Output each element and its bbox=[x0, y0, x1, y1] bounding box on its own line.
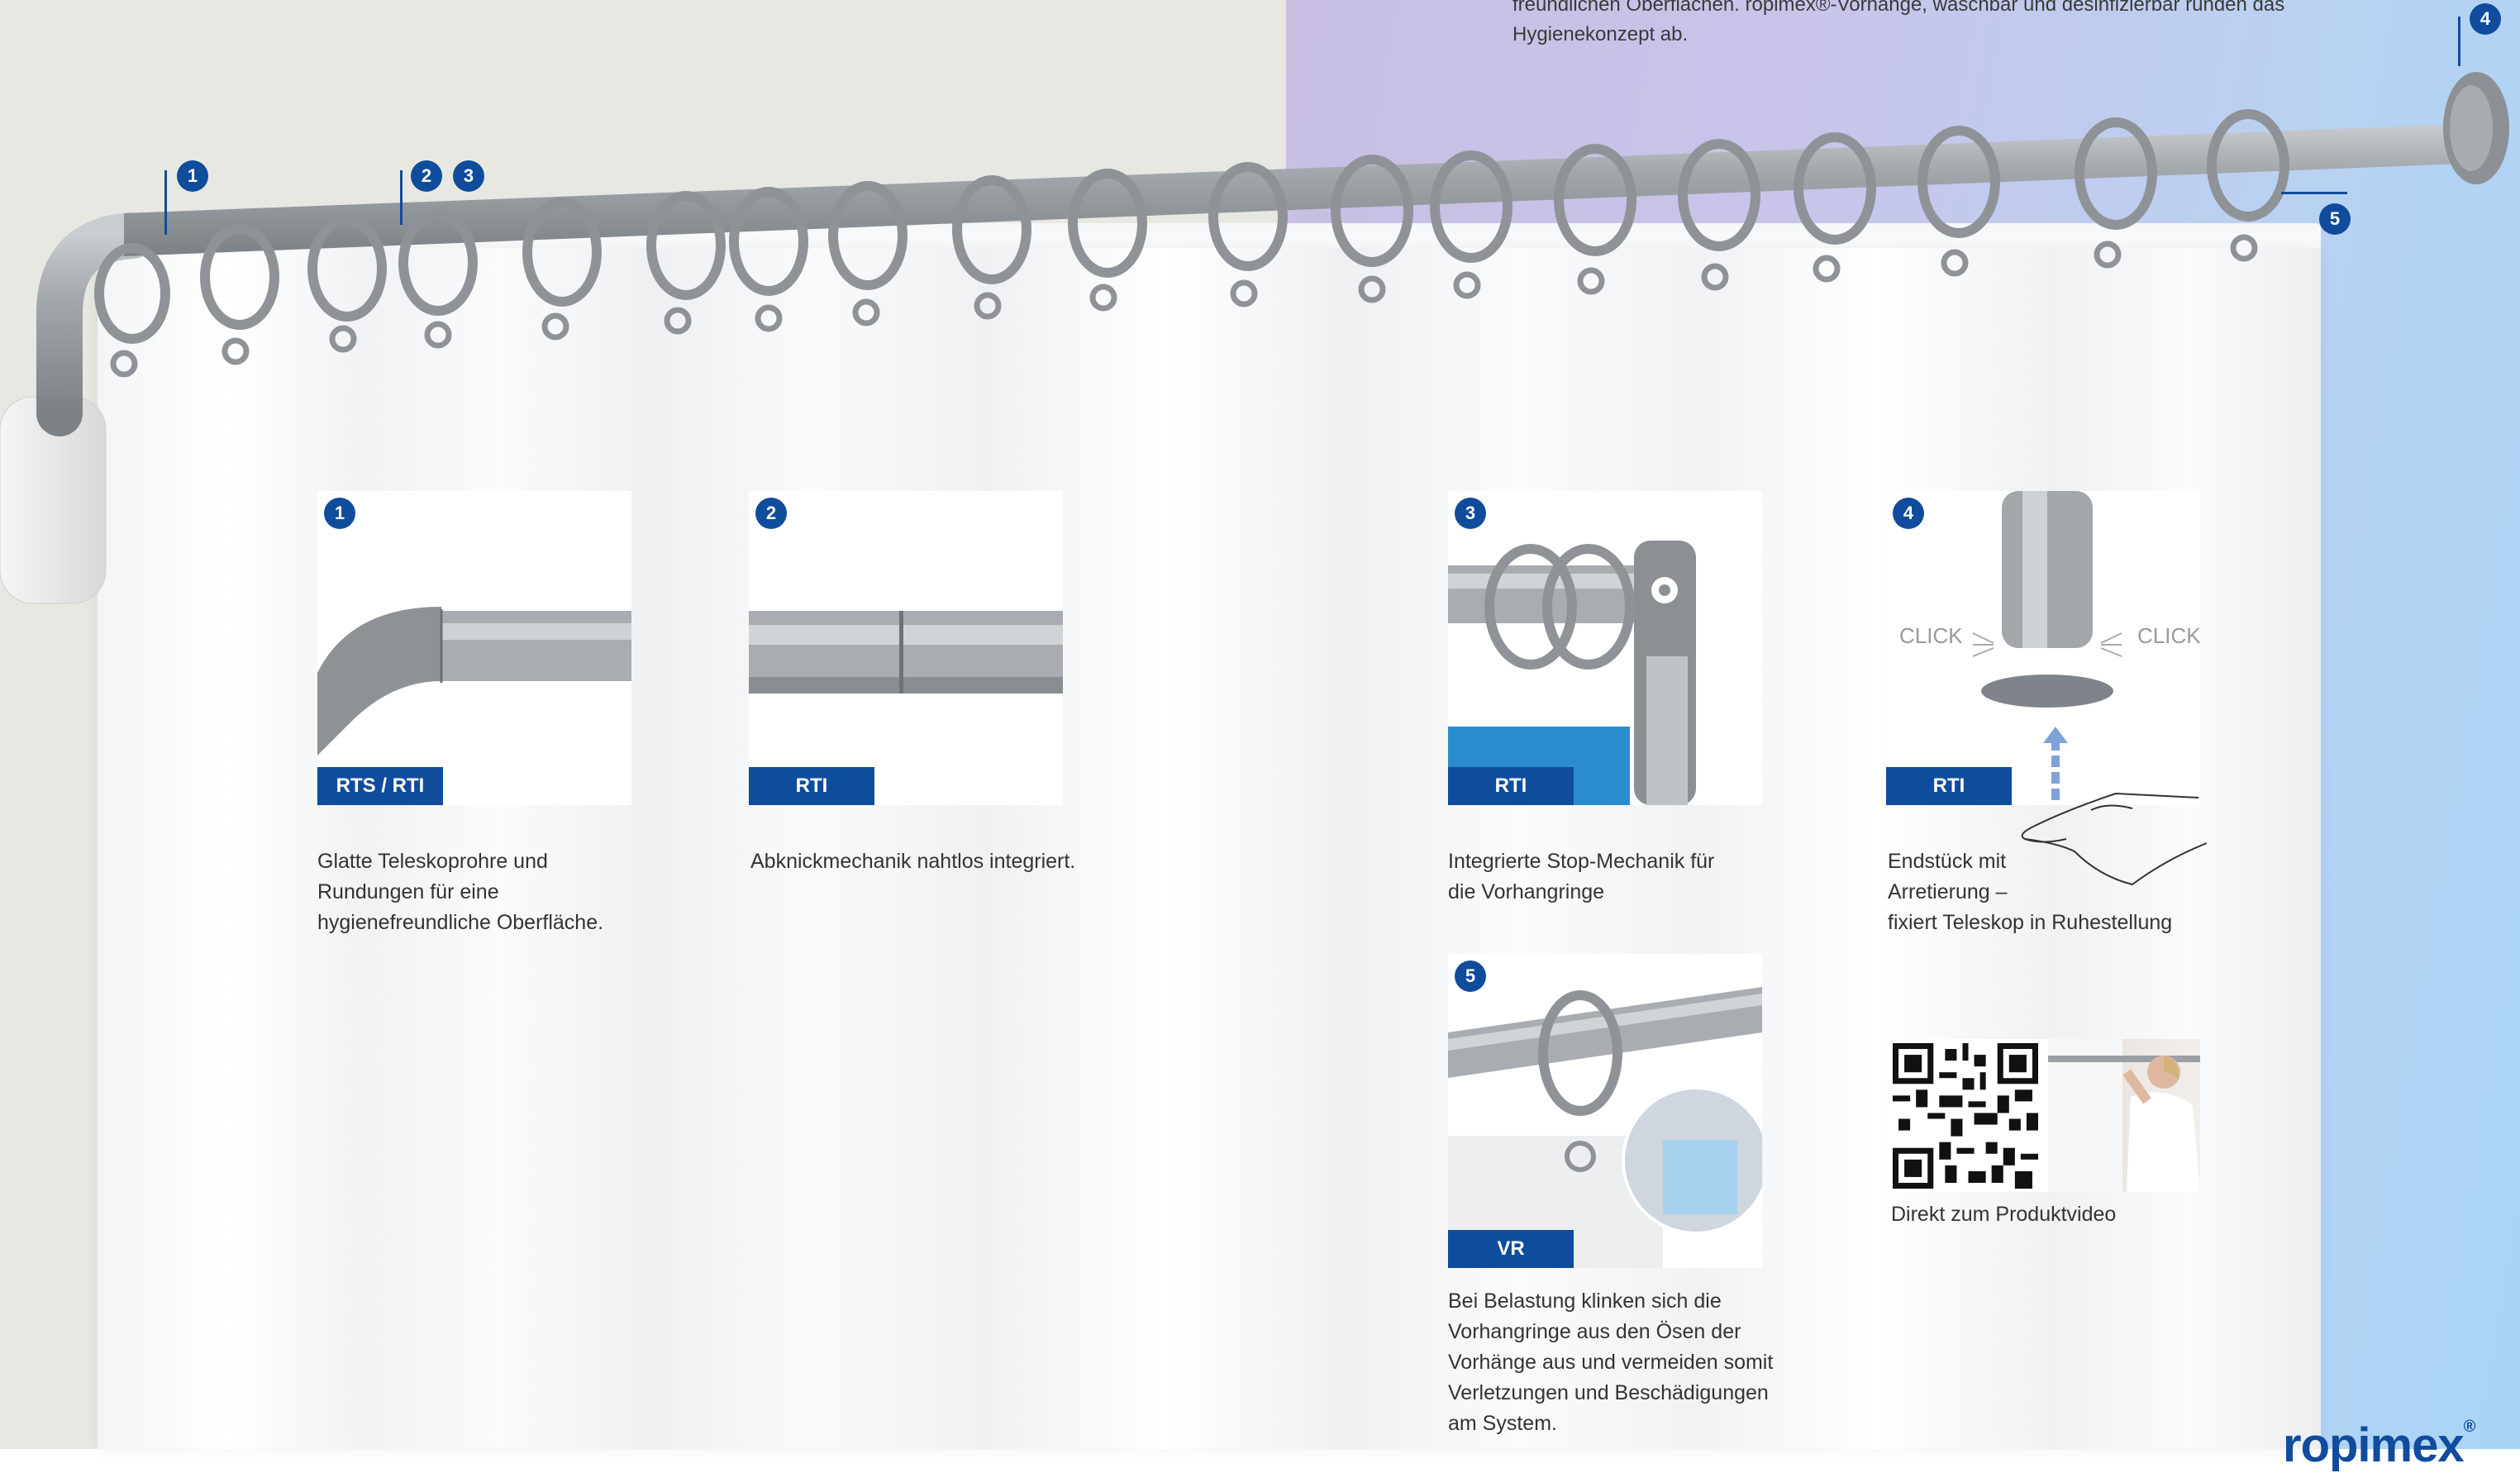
card-5-tag: VR bbox=[1448, 1230, 1574, 1268]
video-thumbnail[interactable] bbox=[2048, 1039, 2200, 1192]
card-5-description: Bei Belastung klinken sich die Vorhangri… bbox=[1448, 1286, 1773, 1439]
rod-bend-illustration bbox=[317, 600, 631, 756]
video-caption[interactable]: Direkt zum Produktvideo bbox=[1891, 1203, 2116, 1227]
rod-elbow bbox=[36, 212, 155, 436]
card-3-description: Integrierte Stop-Mechanik für die Vorhan… bbox=[1448, 846, 1714, 908]
card-1-description: Glatte Teleskoprohre und Rundungen für e… bbox=[317, 846, 603, 938]
card-5-text-line: am System. bbox=[1448, 1412, 1557, 1435]
marker-2-line bbox=[400, 170, 403, 225]
card-3-tag: RTI bbox=[1448, 767, 1574, 805]
card-1-text-line: Glatte Teleskoprohre und bbox=[317, 850, 548, 873]
card-1-number: 1 bbox=[324, 498, 355, 529]
card-4-number: 4 bbox=[1893, 498, 1924, 529]
detail-card-1: 1 RTS / RTI bbox=[317, 491, 631, 805]
card-5-text-line: Vorhänge aus und vermeiden somit bbox=[1448, 1351, 1774, 1374]
marker-5: 5 bbox=[2319, 203, 2351, 235]
detail-card-3: 3 RTI bbox=[1448, 491, 1762, 805]
detail-card-5: 5 VR bbox=[1448, 954, 1762, 1268]
card-3-text-line: Integrierte Stop-Mechanik für bbox=[1448, 850, 1715, 873]
card-4-text-line: Arretierung – bbox=[1888, 880, 2008, 903]
card-3-number: 3 bbox=[1455, 498, 1486, 529]
release-ring-illustration bbox=[1448, 987, 1762, 1268]
card-5-number: 5 bbox=[1455, 961, 1486, 992]
card-4-tag: RTI bbox=[1886, 767, 2012, 805]
marker-2: 2 bbox=[411, 160, 442, 192]
card-5-text-line: Bei Belastung klinken sich die bbox=[1448, 1289, 1722, 1313]
card-2-number: 2 bbox=[755, 498, 787, 529]
marker-3: 3 bbox=[453, 160, 484, 192]
card-2-description: Abknickmechanik nahtlos integriert. bbox=[750, 846, 1075, 877]
card-2-tag: RTI bbox=[749, 767, 874, 805]
marker-5-line bbox=[2281, 192, 2347, 194]
detail-card-2: 2 RTI bbox=[749, 491, 1063, 805]
card-5-text-line: Vorhangringe aus den Ösen der bbox=[1448, 1320, 1741, 1343]
marker-1: 1 bbox=[177, 160, 208, 192]
card-4-text-line: Endstück mit bbox=[1888, 850, 2007, 873]
card-1-text-line: Rundungen für eine bbox=[317, 880, 499, 903]
stop-mechanism-illustration bbox=[1448, 541, 1696, 805]
card-4-description: Endstück mit Arretierung – fixiert Teles… bbox=[1888, 846, 2172, 938]
click-label-left: CLICK bbox=[1899, 623, 1963, 648]
card-1-tag: RTS / RTI bbox=[317, 767, 443, 805]
marker-1-line bbox=[164, 170, 167, 235]
detail-card-4: CLICK CLICK 4 RTI bbox=[1886, 491, 2200, 805]
person-hanging-curtain-image bbox=[2048, 1039, 2200, 1192]
ropimex-logo: ropimex® bbox=[2283, 1418, 2475, 1473]
card-3-text-line: die Vorhangringe bbox=[1448, 880, 1605, 903]
qr-code-icon[interactable] bbox=[1893, 1043, 2038, 1189]
click-label-right: CLICK bbox=[2137, 623, 2200, 648]
card-1-text-line: hygienefreundliche Oberfläche. bbox=[317, 911, 604, 934]
logo-text: ropimex bbox=[2283, 1418, 2465, 1472]
marker-4-line bbox=[2458, 17, 2460, 66]
rod-joint-illustration bbox=[749, 611, 1063, 694]
card-4-text-line: fixiert Teleskop in Ruhestellung bbox=[1888, 911, 2173, 934]
marker-4: 4 bbox=[2470, 3, 2501, 35]
card-5-text-line: Verletzungen und Beschädigungen bbox=[1448, 1381, 1769, 1404]
logo-mark: ® bbox=[2463, 1418, 2476, 1436]
card-2-text-line: Abknickmechanik nahtlos integriert. bbox=[750, 850, 1076, 873]
